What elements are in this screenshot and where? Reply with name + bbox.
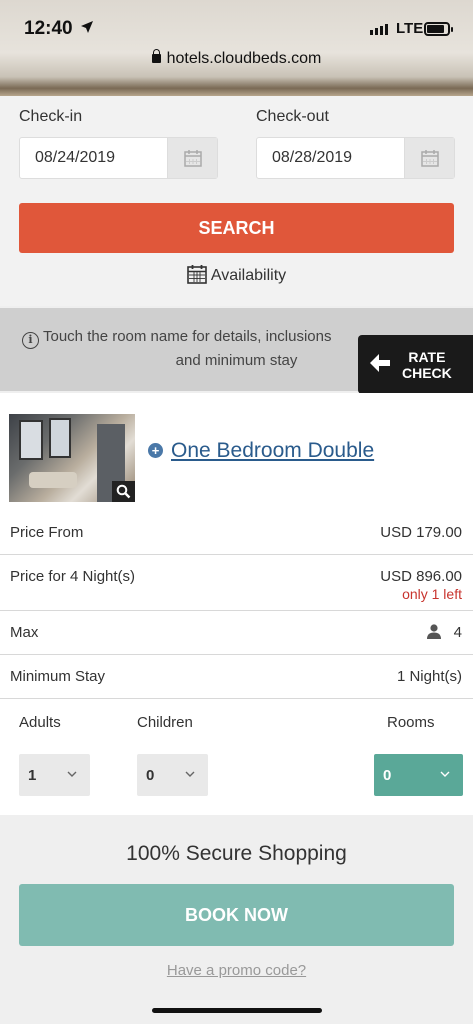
min-stay-value: 1 Night(s) <box>396 668 462 685</box>
min-stay-row: Minimum Stay 1 Night(s) <box>0 655 473 699</box>
chevron-down-icon <box>440 771 450 777</box>
calendar-icon <box>187 265 207 284</box>
url-text: hotels.cloudbeds.com <box>166 50 322 67</box>
home-indicator[interactable] <box>152 1008 322 1013</box>
checkout-label: Check-out <box>256 108 329 125</box>
network-label: LTE <box>396 20 424 37</box>
chevron-down-icon <box>67 771 77 777</box>
location-arrow-icon <box>81 21 93 33</box>
children-label: Children <box>137 714 193 731</box>
rooms-select[interactable]: 0 <box>374 754 463 796</box>
book-now-button[interactable]: BOOK NOW <box>19 884 454 946</box>
price-from-value: USD 179.00 <box>380 524 462 541</box>
checkout-field[interactable]: 08/28/2019 <box>256 137 455 179</box>
checkin-label: Check-in <box>19 108 83 125</box>
person-icon <box>426 624 441 639</box>
availability-link[interactable]: Availability <box>0 264 473 285</box>
arrow-left-icon <box>370 354 390 372</box>
battery-icon <box>424 22 453 36</box>
rate-check-line-1: RATE <box>408 349 446 365</box>
magnifier-icon <box>116 484 131 499</box>
room-title-link[interactable]: + One Bedroom Double <box>148 439 374 463</box>
checkout-value: 08/28/2019 <box>272 149 353 166</box>
price-nights-value: USD 896.00 <box>380 568 462 585</box>
max-row: Max 4 <box>0 611 473 655</box>
availability-label: Availability <box>210 267 287 284</box>
info-icon: i <box>22 332 39 349</box>
rooms-value: 0 <box>383 767 392 784</box>
room-title: One Bedroom Double <box>171 439 375 462</box>
lock-icon <box>151 49 161 63</box>
adults-value: 1 <box>28 767 37 784</box>
search-button[interactable]: SEARCH <box>19 203 454 253</box>
signal-icon <box>370 24 388 35</box>
price-from-label: Price From <box>10 524 84 541</box>
price-nights-label: Price for 4 Night(s) <box>10 568 136 585</box>
min-stay-label: Minimum Stay <box>10 668 106 685</box>
max-value: 4 <box>453 624 462 641</box>
max-label: Max <box>10 624 39 641</box>
url-bar[interactable]: hotels.cloudbeds.com <box>0 49 473 68</box>
checkin-calendar-button[interactable] <box>167 138 217 178</box>
adults-label: Adults <box>19 714 61 731</box>
browser-header: 12:40 LTE hotels.cloudbeds.com <box>0 0 473 96</box>
checkout-calendar-button[interactable] <box>404 138 454 178</box>
promo-code-link[interactable]: Have a promo code? <box>0 962 473 979</box>
children-value: 0 <box>146 767 155 784</box>
info-text-1: Touch the room name for details, inclusi… <box>43 328 332 345</box>
room-card: + One Bedroom Double Price From USD 179.0… <box>0 393 473 815</box>
price-from-row: Price From USD 179.00 <box>0 511 473 555</box>
search-panel: Check-in Check-out 08/24/2019 08/28/2019 <box>0 96 473 306</box>
rate-check-line-2: CHECK <box>402 365 452 381</box>
checkin-value: 08/24/2019 <box>35 149 116 166</box>
plus-circle-icon: + <box>148 443 163 458</box>
zoom-button[interactable] <box>112 481 135 502</box>
checkout-panel: 100% Secure Shopping BOOK NOW Have a pro… <box>0 818 473 994</box>
price-nights-row: Price for 4 Night(s) USD 896.00 only 1 l… <box>0 555 473 611</box>
chevron-down-icon <box>185 771 195 777</box>
info-line-1: i Touch the room name for details, inclus… <box>22 328 331 349</box>
secure-shopping-label: 100% Secure Shopping <box>126 842 347 865</box>
calendar-icon <box>184 150 202 167</box>
rooms-left-note: only 1 left <box>402 586 462 602</box>
calendar-icon <box>421 150 439 167</box>
rooms-label: Rooms <box>387 714 435 731</box>
adults-select[interactable]: 1 <box>19 754 90 796</box>
checkin-field[interactable]: 08/24/2019 <box>19 137 218 179</box>
rate-check-button[interactable]: RATE CHECK <box>358 335 473 394</box>
children-select[interactable]: 0 <box>137 754 208 796</box>
status-time: 12:40 <box>24 18 73 39</box>
